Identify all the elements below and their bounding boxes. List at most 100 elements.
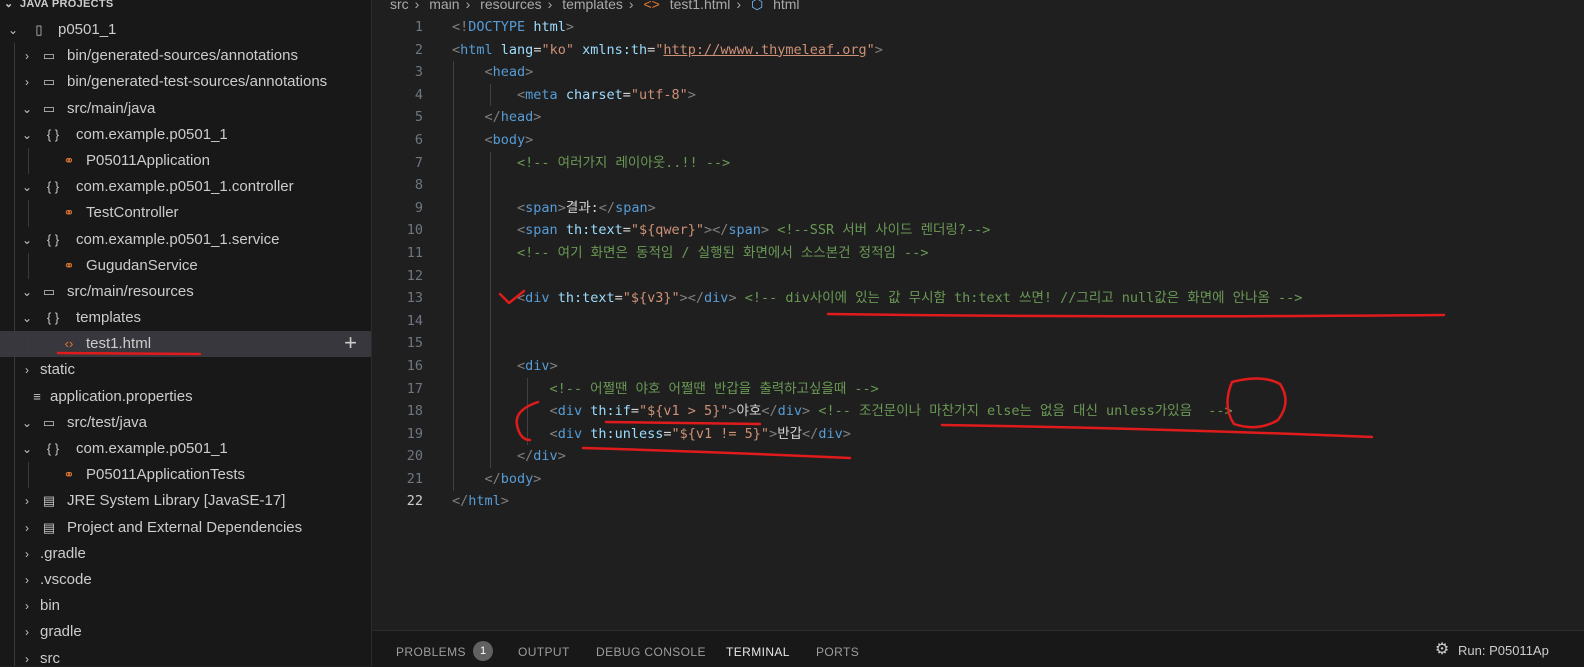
tree-item[interactable]: ⌄ ▭ src/main/java [0,95,371,122]
code-editor[interactable]: src › main › resources › templates › <> test… [372,0,1584,630]
gear-icon[interactable]: ⚙ [1432,639,1452,659]
code-line[interactable]: 2 <html lang="ko" xmlns:th="http://wwww.t… [372,39,1584,62]
tree-item[interactable]: › ▭ bin/generated-sources/annotations [0,43,371,70]
java-class-icon: ⚭ [63,152,75,168]
tree-item[interactable]: › .gradle [0,540,371,567]
chevron-down-icon[interactable]: ⌄ [20,441,34,457]
tree-item[interactable]: › bin [0,593,371,620]
code-line[interactable]: 22 </html> [372,490,1584,513]
chevron-down-icon[interactable]: ⌄ [20,127,34,143]
chevron-down-icon[interactable]: ⌄ [20,232,34,248]
chevron-right-icon[interactable]: › [20,362,34,378]
library-icon: ▤ [42,519,56,535]
code-text: <div th:if="${v1 > 5}">야호</div> <!-- 조건문… [452,400,1233,423]
tree-item[interactable]: ⚭ GugudanService [0,252,371,279]
code-line[interactable]: 15 [372,332,1584,355]
code-line[interactable]: 10 <span th:text="${qwer}"></span> <!--S… [372,219,1584,242]
tree-item[interactable]: › ▤ Project and External Dependencies [0,514,371,541]
code-text: <head> [452,61,534,84]
tree-item[interactable]: › src [0,645,371,667]
code-line[interactable]: 17 <!-- 어쩔땐 야호 어쩔땐 반갑을 출력하고싶을때 --> [372,378,1584,401]
tree-item[interactable]: ⌄ ▭ src/test/java [0,409,371,436]
chevron-right-icon[interactable]: › [20,520,34,536]
tree-item[interactable]: ‹› test1.html + [0,331,371,358]
breadcrumb-main[interactable]: main [429,0,459,12]
tree-item[interactable]: ⌄ ▭ src/main/resources [0,278,371,306]
tab-debug-console[interactable]: DEBUG CONSOLE [596,645,706,659]
java-projects-header[interactable]: ⌄ JAVA PROJECTS [0,0,371,14]
code-line[interactable]: 16 <div> [372,355,1584,378]
tree-item[interactable]: ⚭ P05011Application [0,147,371,175]
tree-item[interactable]: › .vscode [0,566,371,594]
code-line[interactable]: 5 </head> [372,106,1584,129]
code-line[interactable]: 21 </body> [372,468,1584,491]
breadcrumb-symbol[interactable]: html [773,0,799,12]
code-line[interactable]: 14 [372,310,1584,333]
chevron-down-icon[interactable]: ⌄ [20,310,34,326]
chevron-right-icon[interactable]: › [20,572,34,588]
tree-item[interactable]: › static [0,357,371,384]
indent-guide [28,252,29,279]
chevron-down-icon[interactable]: ⌄ [6,22,20,38]
tree-item[interactable]: ⌄ { } templates [0,305,371,332]
tree-item[interactable]: ≡ application.properties [0,383,371,410]
code-line[interactable]: 18 <div th:if="${v1 > 5}">야호</div> <!-- … [372,400,1584,423]
tab-problems[interactable]: PROBLEMS [396,645,466,659]
chevron-right-icon[interactable]: › [20,624,34,640]
chevron-down-icon[interactable]: ⌄ [20,284,34,300]
tree-item[interactable]: ⌄ { } com.example.p0501_1.service [0,226,371,253]
code-line[interactable]: 6 <body> [372,129,1584,152]
code-token: span [525,199,558,216]
code-line[interactable]: 1 <!DOCTYPE html> [372,16,1584,39]
code-line[interactable]: 4 <meta charset="utf-8"> [372,84,1584,107]
tree-item[interactable]: ⚭ TestController [0,200,371,227]
code-line[interactable]: 3 <head> [372,61,1584,84]
chevron-right-icon[interactable]: › [20,48,34,64]
tree-item[interactable]: › ▭ bin/generated-test-sources/annotations [0,69,371,96]
code-token: < [484,131,493,148]
code-line[interactable]: 7 <!-- 여러가지 레이아웃..!! --> [372,152,1584,175]
tree-item[interactable]: ⌄ { } com.example.p0501_1.controller [0,174,371,201]
chevron-right-icon[interactable]: › [20,598,34,614]
code-token: > [842,425,851,442]
code-lines[interactable]: 1 <!DOCTYPE html> 2 <html lang="ko" xmlns:t… [372,16,1584,513]
chevron-down-icon: ⌄ [4,0,14,10]
tree-item[interactable]: ⌄ ▯ p0501_1 [0,17,371,43]
tree-item[interactable]: ⌄ { } com.example.p0501_1 [0,436,371,463]
code-line[interactable]: 19 <div th:unless="${v1 != 5}">반갑</div> [372,423,1584,446]
tab-terminal[interactable]: TERMINAL [726,645,790,659]
breadcrumb-resources[interactable]: resources [480,0,541,12]
tab-ports[interactable]: PORTS [816,645,859,659]
chevron-down-icon[interactable]: ⌄ [20,179,34,195]
tree-item[interactable]: ⚭ P05011ApplicationTests [0,462,371,489]
code-line[interactable]: 11 <!-- 여기 화면은 동적임 / 실행된 화면에서 소스본건 정적임 -… [372,242,1584,265]
code-token: = [663,425,672,442]
code-token: span [728,222,761,239]
code-line[interactable]: 9 <span>결과:</span> [372,197,1584,220]
tree-item[interactable]: › gradle [0,619,371,646]
code-line[interactable]: 13 <div th:text="${v3}"></div> <!-- div사… [372,287,1584,310]
chevron-right-icon[interactable]: › [20,651,34,667]
code-token: > [728,290,737,307]
breadcrumb-templates[interactable]: templates [562,0,623,12]
chevron-right-icon[interactable]: › [20,74,34,90]
tree-item[interactable]: › ▤ JRE System Library [JavaSE-17] [0,488,371,515]
plus-icon[interactable]: + [344,332,357,354]
code-line[interactable]: 8 [372,174,1584,197]
chevron-down-icon[interactable]: ⌄ [20,101,34,117]
code-line[interactable]: 20 </div> [372,445,1584,468]
code-token: <!-- 여러가지 레이아웃..!! --> [517,154,731,171]
tab-output[interactable]: OUTPUT [518,645,570,659]
run-label[interactable]: Run: P05011Ap [1458,643,1549,658]
tree-item[interactable]: ⌄ { } com.example.p0501_1 [0,121,371,148]
breadcrumb-file[interactable]: test1.html [670,0,731,12]
chevron-right-icon[interactable]: › [20,546,34,562]
chevron-right-icon[interactable]: › [20,493,34,509]
breadcrumb-src[interactable]: src [390,0,409,12]
breadcrumb-separator-icon: › [736,0,742,12]
tree-item-label: com.example.p0501_1 [76,125,228,143]
chevron-down-icon[interactable]: ⌄ [20,415,34,431]
code-line[interactable]: 12 [372,265,1584,288]
